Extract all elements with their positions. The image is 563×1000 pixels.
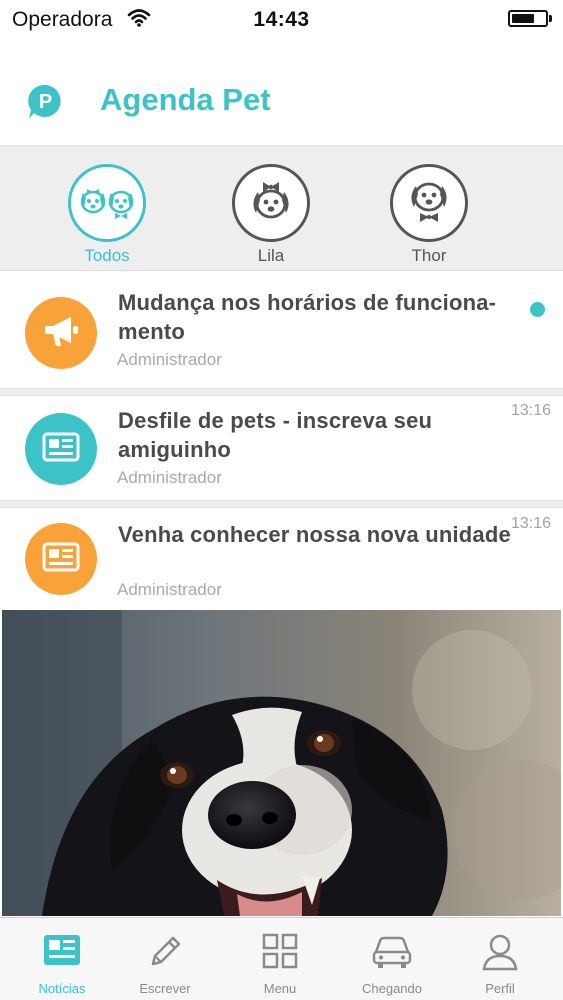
battery-tip xyxy=(549,15,552,22)
news-author: Administrador xyxy=(117,468,222,487)
news-title: Mudança nos horários de funciona-mento xyxy=(118,290,497,344)
newspaper-icon xyxy=(42,432,80,467)
news-title: Desfile de pets - inscreva seu amiguinho xyxy=(118,408,433,462)
tab-label: Escrever xyxy=(139,981,191,996)
dog-with-bowtie-icon xyxy=(405,178,453,229)
tab-label: Perfil xyxy=(485,981,515,996)
pet-avatar-lila xyxy=(232,164,310,242)
car-icon xyxy=(342,932,442,972)
status-time: 14:43 xyxy=(253,8,310,31)
battery-level xyxy=(512,14,535,23)
user-icon xyxy=(450,932,550,972)
news-time: 13:16 xyxy=(510,515,551,532)
news-title: Venha conhecer nossa nova unidade xyxy=(118,522,511,547)
logo-letter: P xyxy=(39,91,52,113)
tab-menu[interactable]: Menu xyxy=(230,932,330,996)
list-separator xyxy=(0,388,563,396)
tab-label: Menu xyxy=(263,981,297,996)
news-icon-teal xyxy=(25,413,97,485)
pet-selector: Todos Lila Thor xyxy=(0,145,563,271)
news-author: Administrador xyxy=(117,350,222,369)
pet-label-lila: Lila xyxy=(257,246,285,265)
app-title: Agenda Pet xyxy=(100,82,271,117)
tab-label: Notícias xyxy=(38,981,86,996)
tab-chegando[interactable]: Chegando xyxy=(342,932,442,996)
dog-with-bow-icon xyxy=(247,178,295,229)
news-photo[interactable] xyxy=(2,610,561,916)
pet-label-todos: Todos xyxy=(84,246,130,265)
pet-avatar-thor xyxy=(390,164,468,242)
battery-icon xyxy=(508,10,548,27)
pet-label-thor: Thor xyxy=(411,246,447,265)
status-bar: Operadora 14:43 xyxy=(0,0,563,40)
news-icon-orange xyxy=(25,523,97,595)
megaphone-icon xyxy=(41,313,81,354)
tab-perfil[interactable]: Perfil xyxy=(450,932,550,996)
news-icon xyxy=(12,932,112,972)
tab-escrever[interactable]: Escrever xyxy=(115,932,215,996)
dog-photo xyxy=(2,610,561,916)
pet-filter-thor[interactable]: Thor xyxy=(374,164,484,266)
pet-filter-lila[interactable]: Lila xyxy=(216,164,326,266)
unread-indicator xyxy=(530,302,545,317)
list-separator xyxy=(0,500,563,508)
newspaper-icon xyxy=(42,542,80,577)
pet-filter-todos[interactable]: Todos xyxy=(52,164,162,266)
app-logo-icon: P xyxy=(26,82,66,127)
pet-avatar-todos xyxy=(68,164,146,242)
two-dogs-icon xyxy=(77,181,137,226)
news-author: Administrador xyxy=(117,580,222,599)
app-header: P Agenda Pet xyxy=(0,60,563,144)
tab-bar: Notícias Escrever Menu Chegando Perfil xyxy=(0,917,563,1000)
news-time: 13:16 xyxy=(510,402,551,419)
grid-icon xyxy=(230,932,330,972)
news-item[interactable]: Mudança nos horários de funciona-mento A… xyxy=(0,273,563,388)
pencil-icon xyxy=(115,932,215,972)
news-item[interactable]: Desfile de pets - inscreva seu amiguinho… xyxy=(0,396,563,500)
tab-noticias[interactable]: Notícias xyxy=(12,932,112,996)
news-icon-orange xyxy=(25,297,97,369)
tab-label: Chegando xyxy=(362,981,422,996)
news-item[interactable]: Venha conhecer nossa nova unidade Admini… xyxy=(0,508,563,610)
